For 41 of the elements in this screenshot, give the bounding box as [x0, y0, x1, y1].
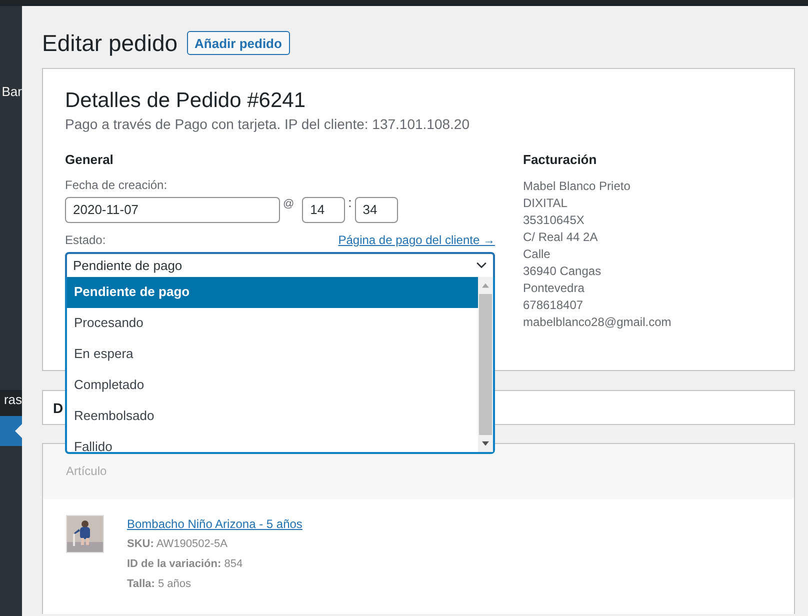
dropdown-option[interactable]: Fallido [67, 432, 478, 452]
minute-field[interactable]: 34 [354, 197, 398, 223]
payment-page-link[interactable]: Página de pago del cliente → [338, 233, 495, 247]
section-heading: General [65, 152, 114, 167]
item-meta: SKU: AW190502-5A [127, 537, 228, 552]
scrollbar[interactable] [478, 277, 493, 452]
item-meta: Talla: 5 años [127, 577, 192, 592]
at-sign: @ [283, 197, 294, 211]
billing-address-line: 36940 Cangas [523, 263, 602, 280]
billing-address-line: 678618407 [523, 297, 584, 314]
add-order-button[interactable]: Añadir pedido [186, 31, 290, 55]
page-title: Editar pedido [42, 30, 178, 56]
field-label: Estado: [65, 233, 106, 247]
billing-address-line: C/ Real 44 2A [523, 229, 599, 246]
section-heading: Facturación [523, 152, 598, 167]
billing-address-line: Calle [523, 246, 552, 263]
scroll-down-icon[interactable] [482, 441, 489, 446]
dropdown-option[interactable]: Reembolsado [67, 401, 478, 432]
order-subtitle: Pago a través de Pago con tarjeta. IP del cliente: 137.101.108.20 [65, 116, 470, 132]
sidebar-item[interactable]: Bar [0, 82, 22, 102]
item-meta: ID de la variación: 854 [127, 557, 244, 572]
panel-title: D [53, 400, 64, 416]
billing-address-line: Mabel Blanco Prieto [523, 178, 632, 195]
chevron-down-icon [476, 262, 487, 269]
column-header: Artículo [66, 464, 107, 478]
hour-field[interactable]: 14 [302, 197, 346, 223]
dropdown-option[interactable]: Pendiente de pago [67, 277, 478, 308]
billing-address-line: mabelblanco28@gmail.com [523, 314, 672, 331]
product-link[interactable]: Bombacho Niño Arizona - 5 años [127, 515, 302, 534]
sidebar-item-active[interactable] [0, 416, 22, 446]
billing-address-line: 35310645X [523, 212, 586, 229]
dropdown-option[interactable]: Completado [67, 370, 478, 401]
billing-address-line: DIXITAL [523, 195, 568, 212]
sidebar-item[interactable]: ras [0, 390, 22, 416]
dropdown-option[interactable]: En espera [67, 339, 478, 370]
dropdown-option[interactable]: Procesando [67, 308, 478, 339]
billing-address-line: Pontevedra [523, 280, 586, 297]
colon-separator: : [348, 197, 352, 209]
order-title: Detalles de Pedido #6241 [65, 89, 307, 113]
field-label: Fecha de creación: [65, 178, 168, 192]
date-field[interactable]: 2020-11-07 [65, 197, 280, 223]
